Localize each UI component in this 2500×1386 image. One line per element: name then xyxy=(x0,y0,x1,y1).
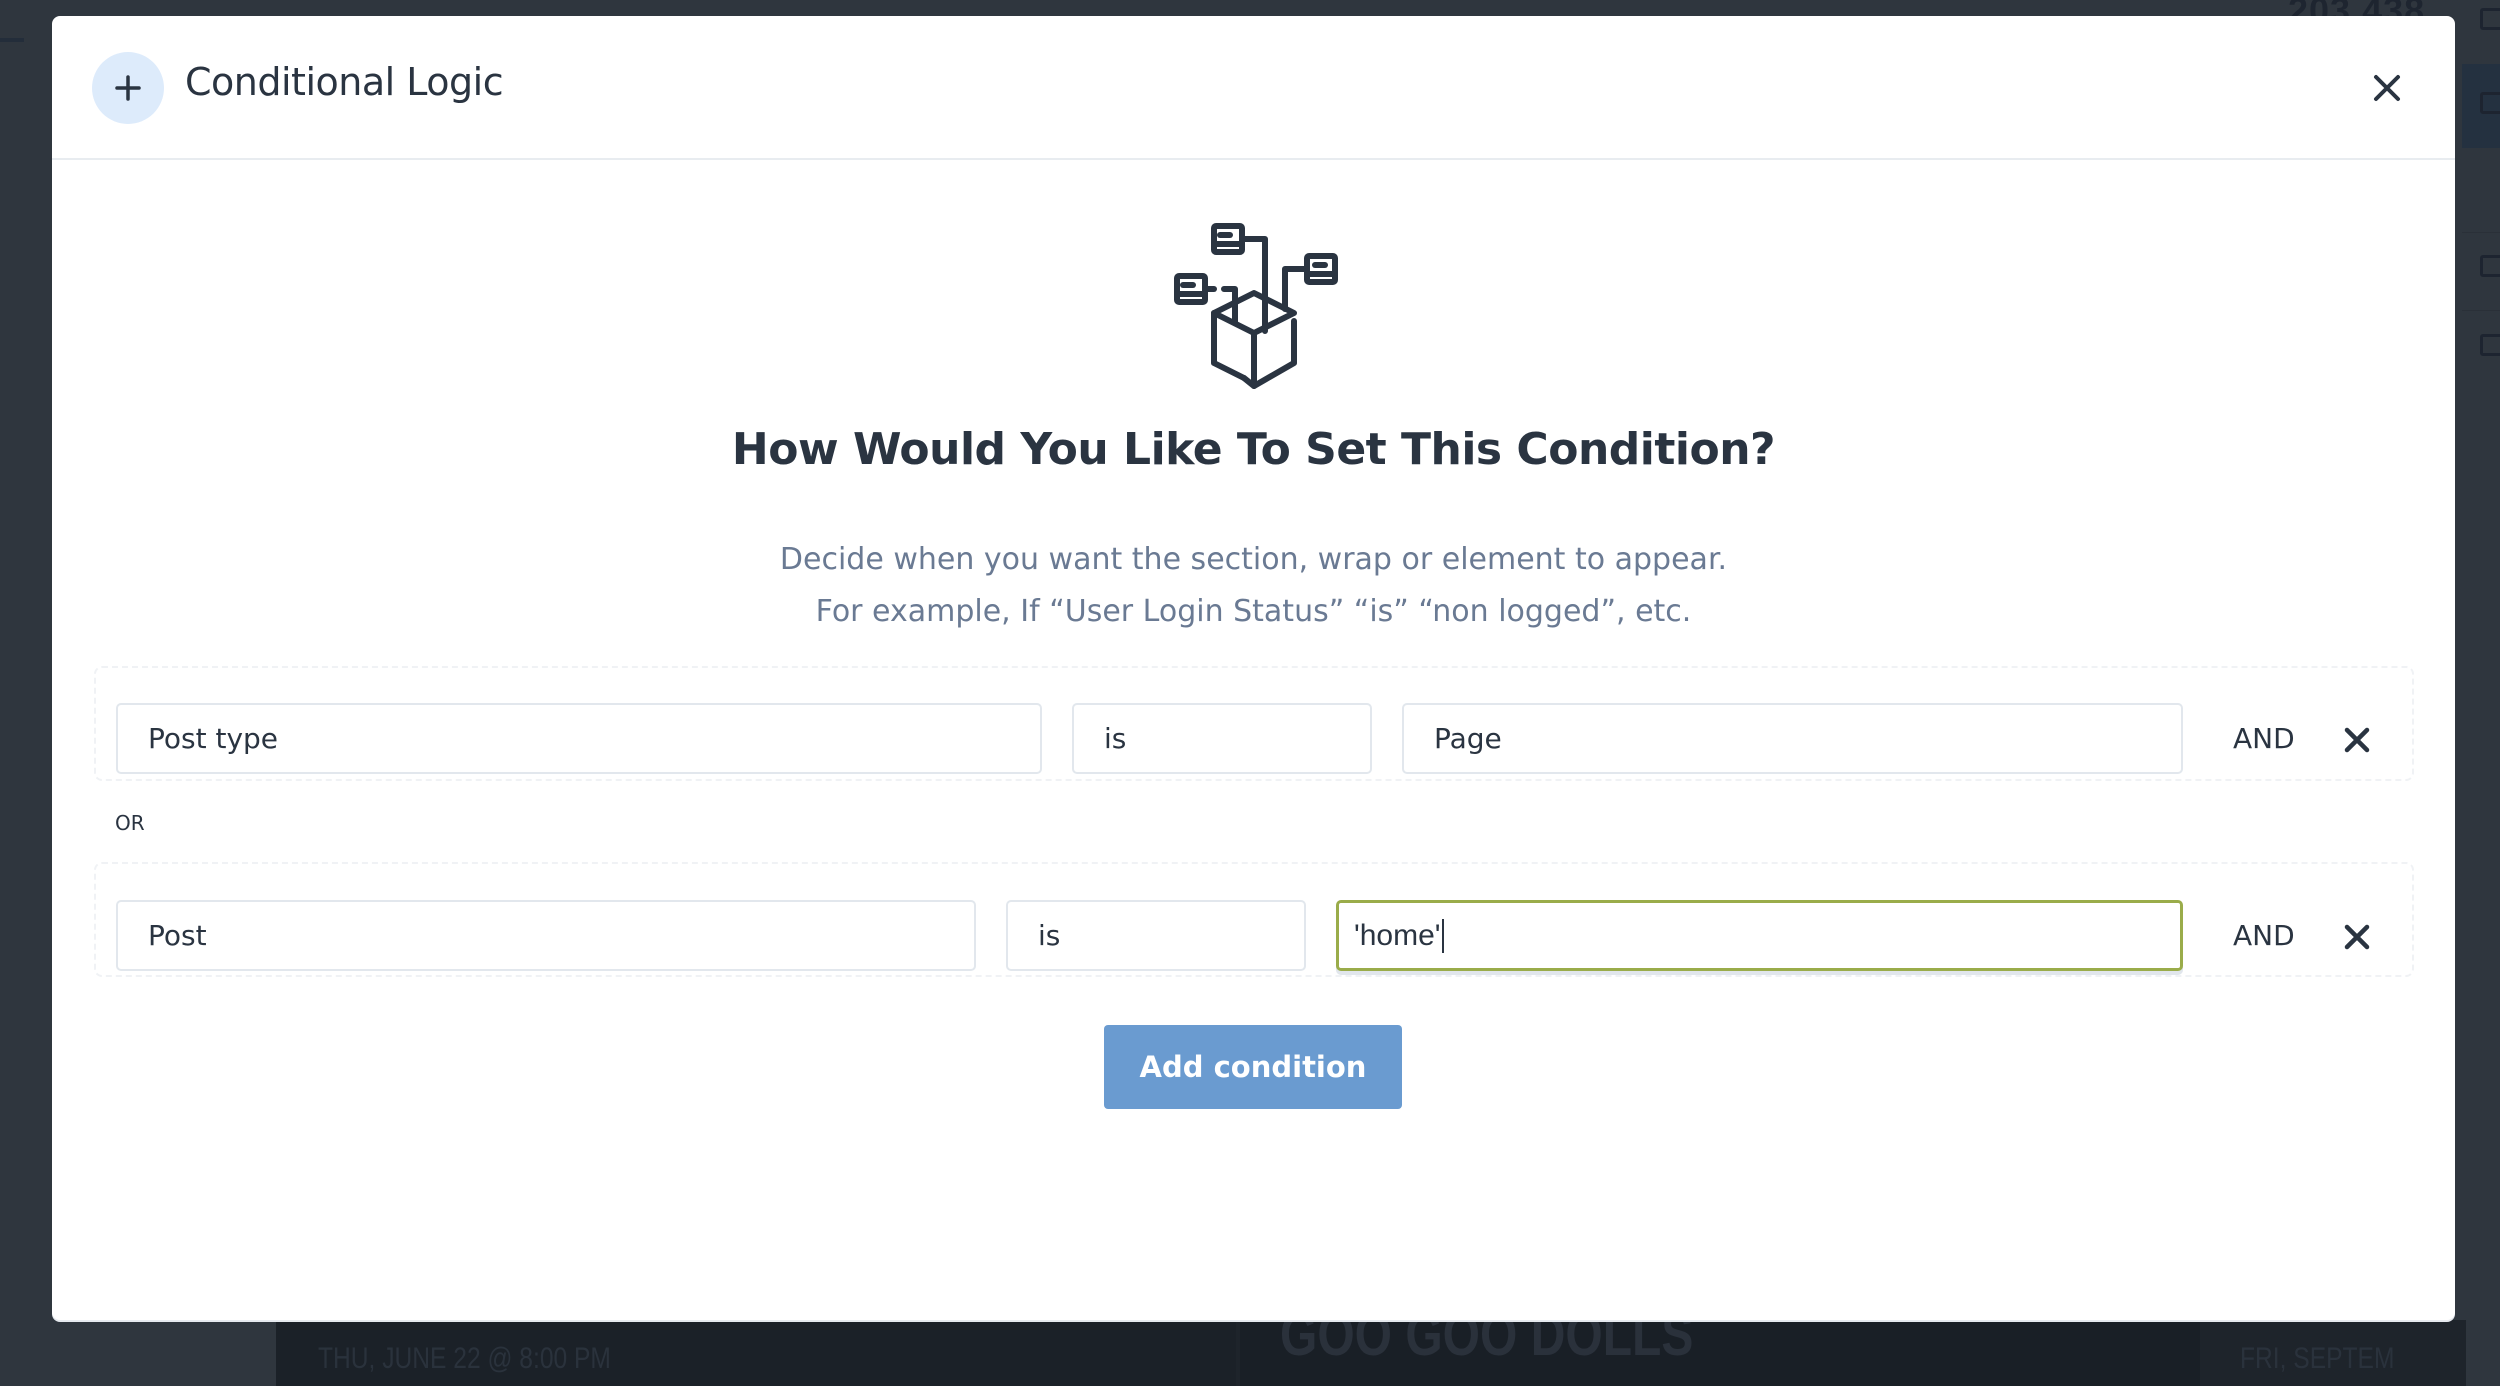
condition-field-select[interactable]: Post xyxy=(116,900,976,971)
and-connector-button[interactable]: AND xyxy=(2233,919,2295,952)
folder-icon xyxy=(2480,255,2500,277)
remove-condition-button[interactable] xyxy=(2340,723,2374,757)
condition-field-select[interactable]: Post type xyxy=(116,703,1042,774)
box-network-icon xyxy=(1174,223,1338,389)
modal-description: Decide when you want the section, wrap o… xyxy=(779,542,1728,577)
background-event-date: THU, JUNE 22 @ 8:00 PM xyxy=(318,1342,611,1375)
background-sidebar xyxy=(2462,0,2500,1386)
or-separator: OR xyxy=(115,811,145,835)
text-caret xyxy=(1441,918,1444,953)
divider xyxy=(2462,232,2500,233)
folder-icon xyxy=(2480,8,2500,30)
condition-row: Post type is Page AND xyxy=(94,666,2414,781)
and-connector-button[interactable]: AND xyxy=(2233,722,2295,755)
condition-value-text: 'home' xyxy=(1354,918,1441,952)
divider xyxy=(2462,310,2500,311)
conditional-logic-modal: Conditional Logic How Would You Like To … xyxy=(52,16,2455,1320)
plus-icon xyxy=(92,52,164,124)
condition-row: Post is 'home' AND xyxy=(94,862,2414,977)
modal-title: Conditional Logic xyxy=(185,60,504,104)
folder-icon xyxy=(2480,334,2500,356)
folder-open-icon xyxy=(2480,92,2500,114)
background-divider xyxy=(0,38,24,42)
condition-value-input[interactable]: 'home' xyxy=(1336,900,2183,971)
close-icon xyxy=(2344,727,2370,753)
modal-header: Conditional Logic xyxy=(52,16,2455,160)
close-icon xyxy=(2344,924,2370,950)
condition-operator-select[interactable]: is xyxy=(1072,703,1372,774)
close-icon xyxy=(2374,75,2400,101)
add-condition-button[interactable]: Add condition xyxy=(1104,1025,1402,1109)
remove-condition-button[interactable] xyxy=(2340,920,2374,954)
close-button[interactable] xyxy=(2369,70,2405,106)
modal-description-example: For example, If “User Login Status” “is”… xyxy=(815,594,1692,629)
modal-heading: How Would You Like To Set This Condition… xyxy=(731,424,1776,475)
background-event-date: FRI, SEPTEM xyxy=(2240,1342,2395,1375)
condition-value-select[interactable]: Page xyxy=(1402,703,2183,774)
condition-operator-select[interactable]: is xyxy=(1006,900,1306,971)
